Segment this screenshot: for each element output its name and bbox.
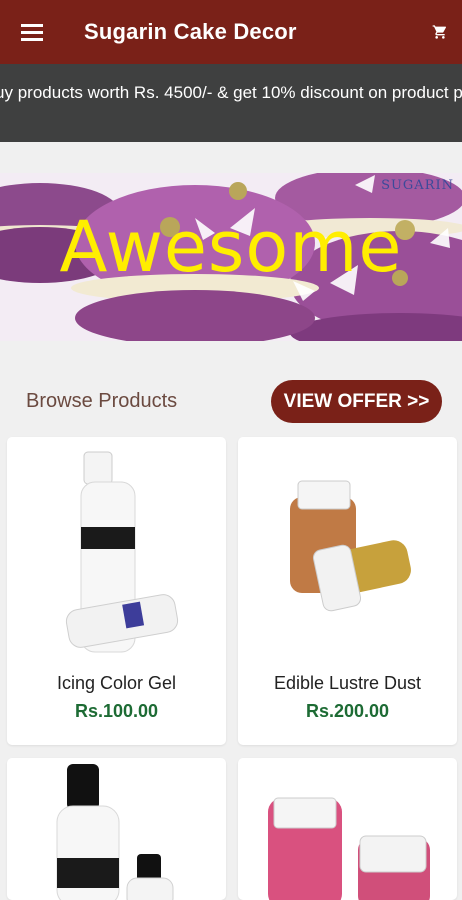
product-name: Edible Lustre Dust xyxy=(273,673,422,693)
app-title: Sugarin Cake Decor xyxy=(84,19,297,44)
section-title: Browse Products xyxy=(26,390,178,412)
product-image xyxy=(268,797,430,900)
view-offer-button[interactable]: VIEW OFFER >> xyxy=(271,380,442,423)
product-image xyxy=(56,764,174,900)
product-image xyxy=(290,480,411,612)
cart-icon xyxy=(432,25,446,39)
product-card[interactable]: Icing Color Gel Rs.100.00 xyxy=(7,437,226,745)
product-price: Rs.100.00 xyxy=(74,701,159,721)
product-name: Icing Color Gel xyxy=(56,673,177,693)
product-card[interactable]: Edible Lustre Dust Rs.200.00 xyxy=(238,437,457,745)
products-header: Browse Products VIEW OFFER >> xyxy=(0,374,462,430)
promo-text: on Buy products worth Rs. 4500/- & get 1… xyxy=(0,83,462,102)
product-price: Rs.200.00 xyxy=(305,701,390,721)
cart-button[interactable] xyxy=(418,0,462,64)
menu-icon xyxy=(21,24,43,41)
app-bar: Sugarin Cake Decor xyxy=(0,0,462,64)
product-card[interactable] xyxy=(7,758,226,900)
product-image xyxy=(65,451,179,653)
banner-brand: SUGARIN xyxy=(381,178,454,193)
banner-headline: Awesome xyxy=(59,206,403,288)
product-card[interactable] xyxy=(238,758,457,900)
promo-marquee: on Buy products worth Rs. 4500/- & get 1… xyxy=(0,64,462,142)
menu-button[interactable] xyxy=(0,0,64,64)
